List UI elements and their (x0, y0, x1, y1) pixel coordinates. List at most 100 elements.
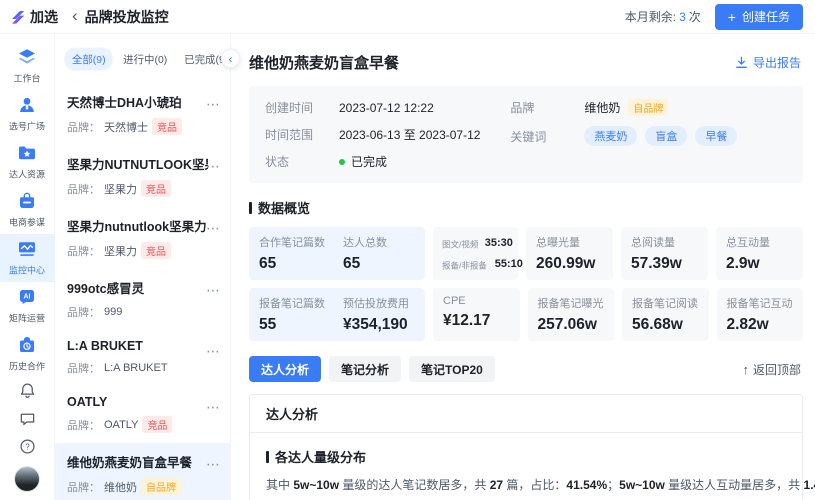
kol-resource-icon (17, 143, 37, 163)
sidebar-item-kol-resource[interactable]: 达人资源 (0, 138, 55, 186)
task-list-item-selected[interactable]: 维他奶燕麦奶盲盒早餐 品牌： 维他奶 自品牌 ⋯ (55, 443, 230, 500)
plus-icon: + (728, 10, 736, 24)
avatar[interactable] (14, 466, 40, 492)
time-range-value: 2023-06-13 至 2023-07-12 (339, 126, 480, 143)
brand-label: 品牌： (67, 119, 100, 135)
task-list-item[interactable]: L:A BRUKET 品牌： L:A BRUKET ⋯ (55, 330, 230, 386)
sidebar-item-label: 监控中心 (9, 263, 45, 277)
task-item-title: 天然博士DHA小琥珀 (67, 92, 208, 111)
task-list-item[interactable]: 999otc感冒灵 品牌： 999 ⋯ (55, 269, 230, 330)
competitor-tag: 竞品 (141, 180, 171, 197)
brand-label: 品牌 (510, 99, 584, 116)
brand-label: 品牌： (67, 417, 100, 433)
tab-all[interactable]: 全部(9) (64, 48, 113, 71)
monthly-quota: 本月剩余: 3 次 (625, 8, 701, 25)
feedback-icon[interactable] (19, 410, 36, 427)
task-list-item[interactable]: OATLY 品牌： OATLY 竞品 ⋯ (55, 386, 230, 443)
created-time-label: 创建时间 (265, 99, 339, 116)
sidebar-item-workbench[interactable]: 工作台 (0, 42, 55, 90)
keyword-pill: 盲盒 (645, 126, 687, 146)
status-dot-green (339, 159, 345, 165)
metric-card-total-impressions: 总曝光量 260.99w (526, 227, 613, 280)
help-icon[interactable]: ? (19, 438, 36, 455)
page-title: 品牌投放监控 (85, 7, 169, 27)
task-list-item[interactable]: 坚果力nutnutlook坚果力 品牌： 坚果力 竞品 ⋯ (55, 207, 230, 269)
top-navbar: 加选 ‹ 品牌投放监控 本月剩余: 3 次 + 创建任务 (0, 0, 815, 34)
task-list-item[interactable]: 天然博士DHA小琥珀 品牌： 天然博士 竞品 ⋯ (55, 83, 230, 145)
more-actions-icon[interactable]: ⋯ (206, 282, 221, 299)
brand-label: 品牌： (67, 243, 100, 259)
sidebar-item-matrix-ops[interactable]: AI 矩阵运营 (0, 282, 55, 330)
competitor-tag: 竞品 (142, 416, 172, 433)
more-actions-icon[interactable]: ⋯ (206, 343, 221, 360)
metric-card-reported-cost: 报备笔记篇数 55 预估投放费用 ¥354,190 (249, 288, 425, 341)
sidebar-item-label: 历史合作 (9, 359, 45, 373)
campaign-info-card: 创建时间 2023-07-12 12:22 时间范围 2023-06-13 至 … (249, 86, 803, 183)
metric-card-reported-engagement: 报备笔记互动 2.82w (717, 288, 804, 341)
summary-part: 27 (490, 478, 503, 492)
tab-in-progress[interactable]: 进行中(0) (118, 48, 174, 71)
notification-bell-icon[interactable] (19, 382, 36, 399)
summary-part: 1.47w (804, 478, 815, 492)
campaign-title: 维他奶燕麦奶盲盒早餐 (249, 52, 399, 73)
back-to-top-button[interactable]: ↑ 返回顶部 (742, 361, 801, 378)
tab-note-top20[interactable]: 笔记TOP20 (409, 356, 495, 382)
tab-kol-analysis[interactable]: 达人分析 (249, 356, 321, 382)
tier-summary: 其中 5w~10w 量级的达人笔记数居多，共 27 篇，占比：41.54%；5w… (266, 476, 786, 494)
more-actions-icon[interactable]: ⋯ (206, 96, 221, 113)
brand-name: 坚果力 (104, 243, 137, 259)
metric-card-notes-kols: 合作笔记篇数 65 达人总数 65 (249, 227, 425, 280)
tab-note-analysis[interactable]: 笔记分析 (329, 356, 401, 382)
sidebar-item-label: 电商参谋 (9, 215, 45, 229)
more-actions-icon[interactable]: ⋯ (206, 158, 221, 175)
summary-part: 5w~10w (293, 478, 339, 492)
more-actions-icon[interactable]: ⋯ (206, 456, 221, 473)
metric-card-total-reads: 总阅读量 57.39w (621, 227, 708, 280)
task-item-title: 维他奶燕麦奶盲盒早餐 (67, 452, 208, 471)
analysis-tab-bar: 达人分析 笔记分析 笔记TOP20 ↑ 返回顶部 (249, 356, 803, 382)
brand-name: L:A BRUKET (104, 362, 168, 374)
sidebar-item-monitor-center[interactable]: 监控中心 (0, 234, 55, 282)
keyword-pill: 早餐 (695, 126, 737, 146)
metric-card-cpe: CPE ¥12.17 (433, 288, 520, 341)
back-icon[interactable]: ‹ (72, 7, 78, 24)
svg-text:?: ? (25, 442, 30, 451)
summary-part: 量级达人互动量居多，共 (665, 478, 804, 492)
kol-analysis-card-title: 达人分析 (250, 395, 802, 433)
create-task-button[interactable]: + 创建任务 (715, 4, 803, 30)
ecommerce-icon (17, 191, 37, 211)
collapse-panel-button[interactable]: ‹ (221, 49, 240, 68)
app-logo: 加选 (10, 7, 58, 27)
sidebar-item-marketplace[interactable]: 选号广场 (0, 90, 55, 138)
own-brand-tag: 自品牌 (628, 99, 668, 116)
status-label: 状态 (265, 153, 339, 170)
more-actions-icon[interactable]: ⋯ (206, 399, 221, 416)
monitor-icon (17, 239, 37, 259)
sidebar-item-label: 达人资源 (9, 167, 45, 181)
export-report-button[interactable]: 导出报告 (735, 54, 801, 71)
brand-label: 品牌： (67, 304, 100, 320)
keywords-label: 关键词 (510, 128, 584, 145)
history-icon (17, 335, 37, 355)
brand-name: 天然博士 (104, 119, 148, 135)
more-actions-icon[interactable]: ⋯ (206, 220, 221, 237)
sidebar-item-history[interactable]: 历史合作 (0, 330, 55, 378)
brand-name: 999 (104, 306, 122, 318)
task-item-title: 999otc感冒灵 (67, 278, 208, 297)
task-list-item[interactable]: 坚果力NUTNUTLOOK坚果力... 品牌： 坚果力 竞品 ⋯ (55, 145, 230, 207)
workbench-icon (17, 47, 37, 67)
data-overview-section-title: 数据概览 (249, 198, 805, 217)
brand-name: 坚果力 (104, 181, 137, 197)
created-time-value: 2023-07-12 12:22 (339, 101, 434, 115)
metric-card-reported-reads: 报备笔记阅读 56.68w (622, 288, 709, 341)
brand-name: OATLY (104, 419, 138, 431)
keyword-pill: 燕麦奶 (584, 126, 637, 146)
task-item-title: 坚果力nutnutlook坚果力 (67, 216, 208, 235)
task-list-tabs: 全部(9) 进行中(0) 已完成(9) (55, 47, 230, 71)
chevron-left-icon: ‹ (229, 53, 233, 65)
brand-label: 品牌： (67, 181, 100, 197)
marketplace-icon (17, 95, 37, 115)
competitor-tag: 竞品 (152, 118, 182, 135)
main-sidebar: 工作台 选号广场 达人资源 (0, 34, 55, 500)
sidebar-item-ecommerce[interactable]: 电商参谋 (0, 186, 55, 234)
